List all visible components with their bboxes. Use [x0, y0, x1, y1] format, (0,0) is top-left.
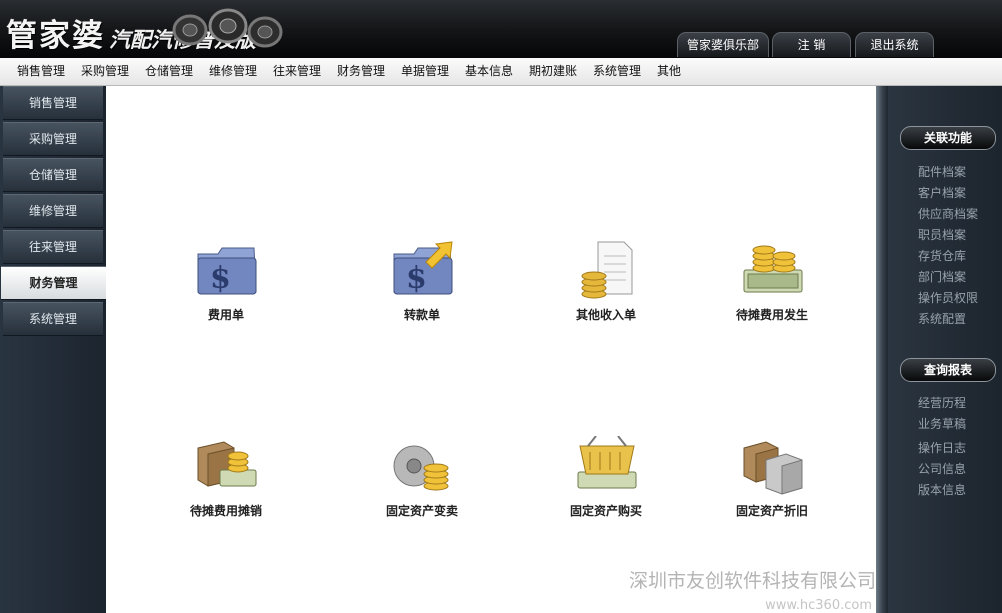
club-button[interactable]: 管家婆俱乐部 [677, 32, 769, 57]
right-panel-divider [876, 86, 888, 613]
basket-cash-icon [577, 436, 637, 489]
svg-text:$: $ [406, 261, 427, 296]
sidebar-item-accounts[interactable]: 往来管理 [3, 230, 103, 264]
link-department-archive[interactable]: 部门档案 [918, 268, 966, 285]
tile-label: 固定资产折旧 [735, 504, 808, 518]
tire-logo-icon [172, 8, 283, 48]
tile-label: 费用单 [207, 308, 244, 322]
query-reports-header: 查询报表 [900, 358, 996, 382]
tile-deferred-expense-incur[interactable]: 待摊费用发生 [702, 240, 842, 340]
svg-text:$: $ [210, 261, 231, 296]
document-coins-icon [581, 241, 633, 299]
link-business-drafts[interactable]: 业务草稿 [918, 415, 966, 432]
menu-opening[interactable]: 期初建账 [529, 58, 577, 85]
link-staff-archive[interactable]: 职员档案 [918, 226, 966, 243]
tile-label: 固定资产购买 [569, 504, 642, 518]
tile-deferred-expense-amortize[interactable]: 待摊费用摊销 [156, 436, 296, 536]
menu-finance[interactable]: 财务管理 [337, 58, 385, 85]
menu-system[interactable]: 系统管理 [593, 58, 641, 85]
dollar-folder-arrow-icon: $ [393, 241, 453, 296]
tile-expense-voucher[interactable]: $ 费用单 [156, 240, 296, 340]
link-customer-archive[interactable]: 客户档案 [918, 184, 966, 201]
exit-system-button[interactable]: 退出系统 [855, 32, 934, 57]
link-operator-permissions[interactable]: 操作员权限 [918, 289, 978, 306]
link-version-info[interactable]: 版本信息 [918, 481, 966, 498]
boxes-icon [743, 441, 803, 495]
link-company-info[interactable]: 公司信息 [918, 460, 966, 477]
tile-transfer-voucher[interactable]: $ 转款单 [352, 240, 492, 340]
sidebar-item-warehouse[interactable]: 仓储管理 [3, 158, 103, 192]
menu-warehouse[interactable]: 仓储管理 [145, 58, 193, 85]
cash-coins-icon [743, 245, 803, 293]
tile-fixed-asset-depreciation[interactable]: 固定资产折旧 [702, 436, 842, 536]
link-system-config[interactable]: 系统配置 [918, 310, 966, 327]
sidebar-item-finance[interactable]: 财务管理 [1, 266, 106, 300]
main-menu-bar: 销售管理 采购管理 仓储管理 维修管理 往来管理 财务管理 单据管理 基本信息 … [0, 58, 1002, 86]
menu-sales[interactable]: 销售管理 [17, 58, 65, 85]
sidebar-item-repair[interactable]: 维修管理 [3, 194, 103, 228]
company-watermark: 深圳市友创软件科技有限公司 [628, 570, 876, 592]
sidebar-item-purchase[interactable]: 采购管理 [3, 122, 103, 156]
box-cash-icon [197, 441, 257, 487]
menu-basic-info[interactable]: 基本信息 [465, 58, 513, 85]
link-supplier-archive[interactable]: 供应商档案 [918, 205, 978, 222]
link-parts-archive[interactable]: 配件档案 [918, 163, 966, 180]
right-panel: 关联功能 配件档案 客户档案 供应商档案 职员档案 存货仓库 部门档案 操作员权… [888, 86, 1002, 613]
tile-fixed-asset-purchase[interactable]: 固定资产购买 [536, 436, 676, 536]
menu-other[interactable]: 其他 [657, 58, 681, 85]
app-header: 管家婆 汽配汽修普及版 管家婆俱乐部 注 销 退出系统 [0, 0, 1002, 58]
site-watermark: www.hc360.com [765, 598, 872, 613]
menu-purchase[interactable]: 采购管理 [81, 58, 129, 85]
menu-documents[interactable]: 单据管理 [401, 58, 449, 85]
tile-label: 固定资产变卖 [385, 504, 458, 518]
disc-coins-icon [393, 445, 449, 491]
sidebar-item-system[interactable]: 系统管理 [3, 302, 103, 336]
sidebar-item-sales[interactable]: 销售管理 [3, 86, 103, 120]
tile-label: 转款单 [403, 308, 440, 322]
tile-label: 待摊费用发生 [735, 308, 808, 322]
logout-button[interactable]: 注 销 [772, 32, 851, 57]
related-functions-header: 关联功能 [900, 126, 996, 150]
dollar-folder-icon: $ [197, 247, 257, 296]
tile-label: 待摊费用摊销 [189, 504, 262, 518]
link-business-history[interactable]: 经营历程 [918, 394, 966, 411]
main-content: $ 费用单 $ 转款单 其他收入单 待摊费用发生 待摊费用摊销 固定资产变卖 固… [106, 86, 876, 613]
tile-other-income[interactable]: 其他收入单 [536, 240, 676, 340]
tile-label: 其他收入单 [575, 308, 636, 322]
link-operation-log[interactable]: 操作日志 [918, 439, 966, 456]
link-stock-warehouse[interactable]: 存货仓库 [918, 247, 966, 264]
tile-fixed-asset-sale[interactable]: 固定资产变卖 [352, 436, 492, 536]
left-sidebar: 销售管理 采购管理 仓储管理 维修管理 往来管理 财务管理 系统管理 [0, 86, 106, 613]
menu-accounts[interactable]: 往来管理 [273, 58, 321, 85]
logo-main-text: 管家婆 [6, 18, 105, 54]
menu-repair[interactable]: 维修管理 [209, 58, 257, 85]
